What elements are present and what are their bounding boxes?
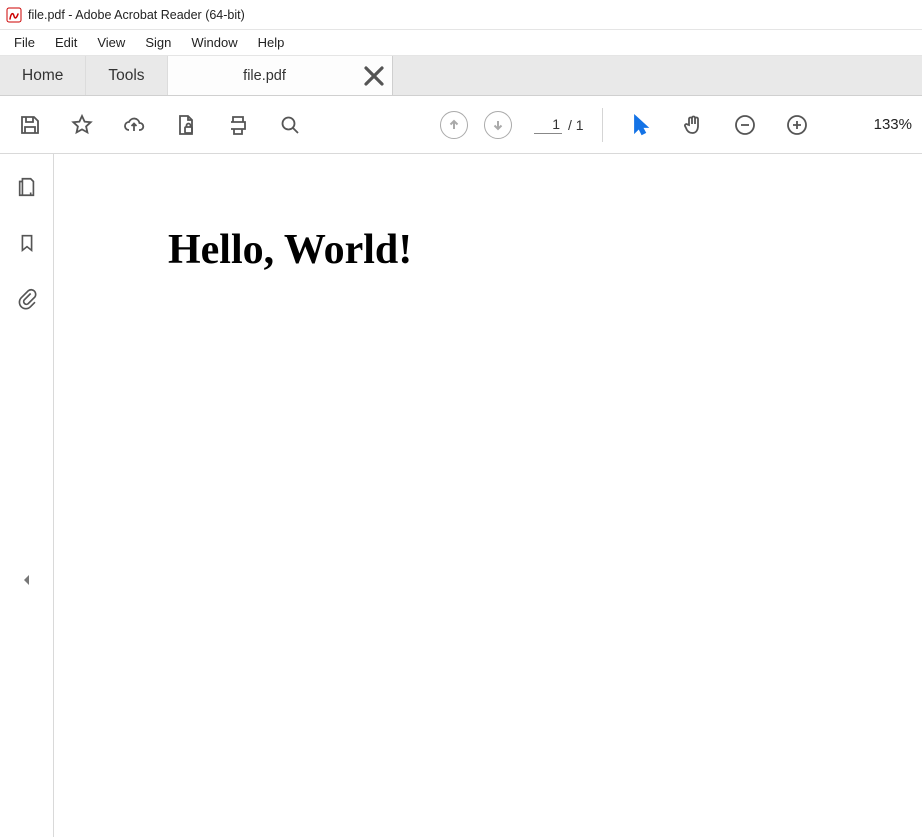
cloud-upload-button[interactable]	[114, 105, 154, 145]
save-icon	[18, 113, 42, 137]
attachments-button[interactable]	[10, 282, 44, 316]
selection-tool-button[interactable]	[621, 105, 661, 145]
window-titlebar: file.pdf - Adobe Acrobat Reader (64-bit)	[0, 0, 922, 30]
zoom-in-button[interactable]	[777, 105, 817, 145]
menu-help[interactable]: Help	[248, 32, 295, 53]
zoom-in-icon	[785, 113, 809, 137]
save-button[interactable]	[10, 105, 50, 145]
menu-view[interactable]: View	[87, 32, 135, 53]
menu-window[interactable]: Window	[181, 32, 247, 53]
main-area: Hello, World!	[0, 154, 922, 837]
tab-home[interactable]: Home	[0, 56, 86, 95]
page-lock-icon	[174, 113, 198, 137]
cursor-icon	[629, 113, 653, 137]
page-down-button[interactable]	[484, 111, 512, 139]
tab-bar: Home Tools file.pdf	[0, 56, 922, 96]
menu-edit[interactable]: Edit	[45, 32, 87, 53]
page-thumbnails-icon	[16, 176, 38, 198]
lock-page-button[interactable]	[166, 105, 206, 145]
search-icon	[278, 113, 302, 137]
paperclip-icon	[16, 288, 38, 310]
side-panel	[0, 154, 54, 837]
page-up-button[interactable]	[440, 111, 468, 139]
hand-icon	[681, 113, 705, 137]
zoom-level-label[interactable]: 133%	[874, 116, 912, 133]
tab-tools[interactable]: Tools	[86, 56, 167, 95]
find-button[interactable]	[270, 105, 310, 145]
zoom-out-icon	[733, 113, 757, 137]
document-tab[interactable]: file.pdf	[168, 56, 393, 95]
hand-tool-button[interactable]	[673, 105, 713, 145]
chevron-left-icon	[21, 574, 33, 586]
arrow-down-icon	[491, 118, 505, 132]
print-icon	[226, 113, 250, 137]
page-navigation: / 1	[432, 111, 584, 139]
print-button[interactable]	[218, 105, 258, 145]
acrobat-icon	[6, 7, 22, 23]
toolbar: / 1 133%	[0, 96, 922, 154]
page-total-label: / 1	[568, 117, 584, 133]
cloud-upload-icon	[122, 113, 146, 137]
document-heading: Hello, World!	[168, 226, 412, 274]
toolbar-separator	[602, 108, 603, 142]
close-tab-button[interactable]	[362, 64, 386, 88]
zoom-out-button[interactable]	[725, 105, 765, 145]
star-icon	[70, 113, 94, 137]
bookmarks-button[interactable]	[10, 226, 44, 260]
menu-bar: File Edit View Sign Window Help	[0, 30, 922, 56]
close-icon	[362, 64, 386, 88]
menu-sign[interactable]: Sign	[135, 32, 181, 53]
arrow-up-icon	[447, 118, 461, 132]
page-number-input[interactable]	[534, 115, 562, 134]
window-title: file.pdf - Adobe Acrobat Reader (64-bit)	[28, 8, 245, 22]
bookmark-icon	[16, 232, 38, 254]
document-tab-label: file.pdf	[168, 68, 362, 84]
star-button[interactable]	[62, 105, 102, 145]
collapse-panel-button[interactable]	[21, 574, 33, 589]
thumbnails-button[interactable]	[10, 170, 44, 204]
menu-file[interactable]: File	[4, 32, 45, 53]
document-viewport[interactable]: Hello, World!	[54, 154, 922, 837]
